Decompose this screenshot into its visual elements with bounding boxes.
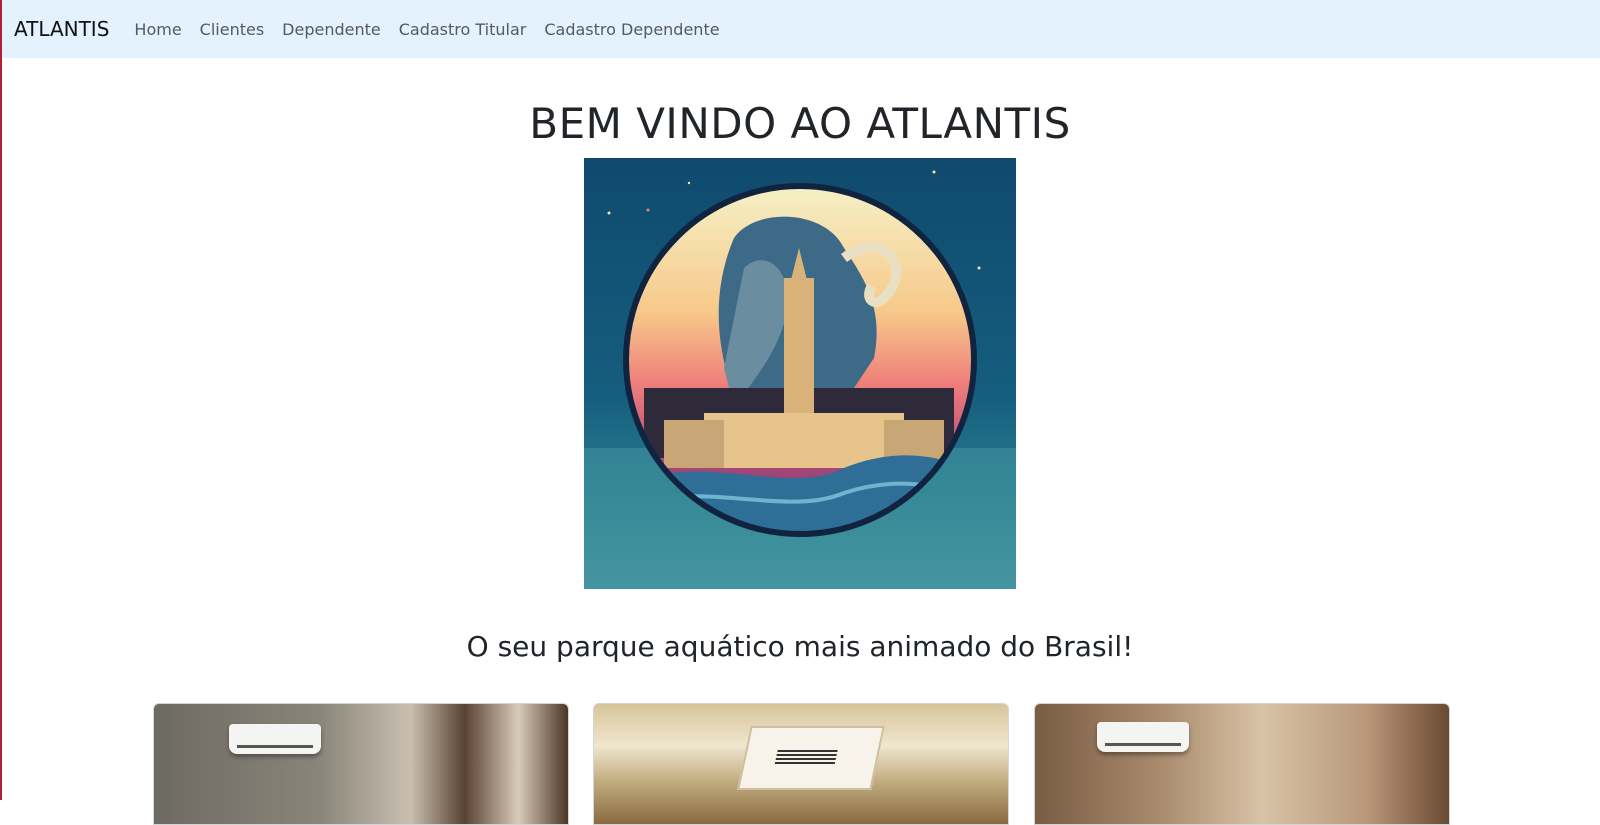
top-navbar: ATLANTIS Home Clientes Dependente Cadast… bbox=[2, 0, 1600, 58]
nav-link-cadastro-titular[interactable]: Cadastro Titular bbox=[399, 20, 527, 39]
page-title: BEM VINDO AO ATLANTIS bbox=[529, 99, 1071, 148]
room-card-1-image[interactable] bbox=[153, 703, 569, 825]
room-card-2-image[interactable] bbox=[593, 703, 1009, 825]
air-conditioner-graphic bbox=[229, 724, 321, 754]
ceiling-vent-graphic bbox=[737, 726, 885, 790]
nav-link-cadastro-dependente[interactable]: Cadastro Dependente bbox=[544, 20, 719, 39]
room-card-3-image[interactable] bbox=[1034, 703, 1450, 825]
atlantis-logo-image bbox=[584, 158, 1016, 589]
nav-link-clientes[interactable]: Clientes bbox=[200, 20, 265, 39]
nav-link-home[interactable]: Home bbox=[134, 20, 181, 39]
navbar-brand[interactable]: ATLANTIS bbox=[14, 17, 109, 41]
page-subtitle: O seu parque aquático mais animado do Br… bbox=[466, 630, 1134, 663]
nav-link-dependente[interactable]: Dependente bbox=[282, 20, 381, 39]
air-conditioner-graphic bbox=[1097, 722, 1189, 752]
